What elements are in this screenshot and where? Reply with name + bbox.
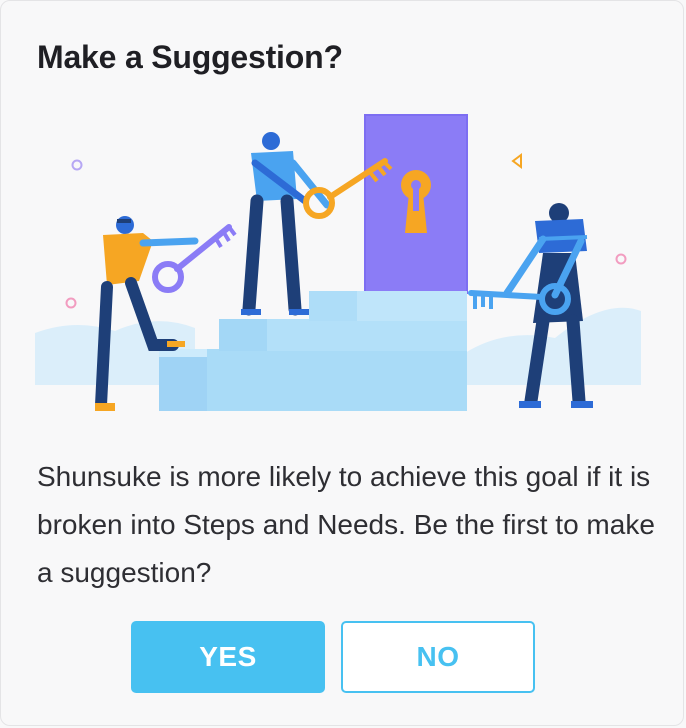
dialog-message: Shunsuke is more likely to achieve this … <box>37 461 655 588</box>
person-middle <box>241 132 331 316</box>
decor-circle <box>71 159 83 171</box>
no-button[interactable]: NO <box>341 621 535 693</box>
key-icon <box>152 224 237 293</box>
yes-button[interactable]: YES <box>131 621 325 693</box>
goal-illustration <box>35 114 641 411</box>
decor-triangle <box>511 153 522 169</box>
stairs <box>159 291 467 411</box>
suggestion-dialog: Make a Suggestion? Shunsuke is more like… <box>0 0 684 726</box>
dialog-title: Make a Suggestion? <box>37 39 343 75</box>
